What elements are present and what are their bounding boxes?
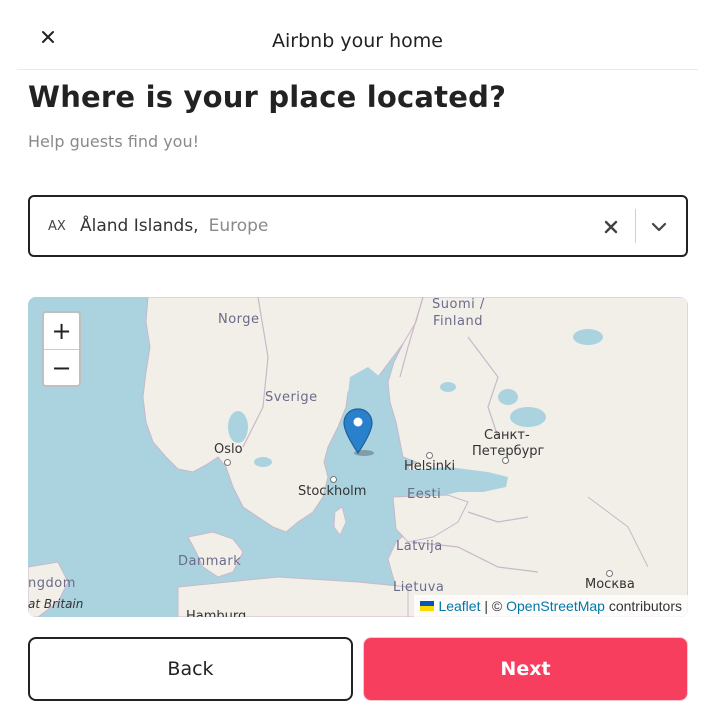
map-label-britain: at Britain — [28, 597, 84, 611]
clear-icon — [604, 220, 618, 234]
oslo-marker — [224, 459, 231, 466]
zoom-out-button[interactable]: − — [44, 349, 79, 385]
map-label-danmark: Danmark — [178, 554, 242, 569]
map-label-hamburg: Hamburg — [186, 609, 247, 617]
zoom-control: + − — [42, 311, 81, 387]
page-title: Where is your place located? — [28, 80, 507, 114]
map-attribution: Leaflet | © OpenStreetMap contributors — [414, 595, 688, 617]
map-label-moskva: Москва — [585, 577, 635, 592]
ukraine-flag-icon — [420, 601, 435, 611]
select-divider — [635, 209, 636, 243]
zoom-in-button[interactable]: + — [44, 313, 79, 349]
spb-marker — [502, 457, 509, 464]
map-label-spb-1: Санкт- — [484, 428, 530, 443]
osm-link[interactable]: OpenStreetMap — [506, 598, 605, 614]
back-button[interactable]: Back — [28, 637, 353, 701]
chevron-down-icon — [651, 222, 667, 232]
attribution-separator: | © — [480, 598, 507, 614]
leaflet-link[interactable]: Leaflet — [438, 598, 480, 614]
map-label-lietuva: Lietuva — [393, 580, 445, 595]
next-button[interactable]: Next — [363, 637, 688, 701]
moskva-marker — [606, 570, 613, 577]
map-tiles[interactable] — [28, 297, 688, 617]
map-label-eesti: Eesti — [407, 487, 442, 502]
map-label-suomi: Suomi / — [432, 297, 485, 312]
map-label-sverige: Sverige — [265, 390, 318, 405]
clear-selection-button[interactable] — [600, 216, 622, 238]
page-subtitle: Help guests find you! — [28, 132, 200, 151]
location-pin-icon[interactable] — [342, 407, 374, 457]
map-label-stockholm: Stockholm — [298, 484, 367, 499]
map-label-latvija: Latvija — [396, 539, 443, 554]
dropdown-toggle[interactable] — [648, 216, 670, 238]
header-title: Airbnb your home — [272, 30, 443, 52]
selected-region: Europe — [208, 216, 269, 236]
map-label-norge: Norge — [218, 312, 260, 327]
location-map[interactable]: Norge Sverige Suomi / Finland Oslo Stock… — [28, 297, 688, 617]
map-label-oslo: Oslo — [214, 442, 243, 457]
helsinki-marker — [426, 452, 433, 459]
modal-header: Airbnb your home — [17, 0, 698, 70]
stockholm-marker — [330, 476, 337, 483]
map-label-finland: Finland — [433, 314, 483, 329]
location-select[interactable]: AX Åland Islands, Europe — [28, 195, 688, 257]
attribution-contributors: contributors — [604, 598, 682, 614]
country-code: AX — [48, 218, 66, 234]
selected-country: Åland Islands, — [80, 216, 199, 236]
map-label-spb-2: Петербург — [472, 444, 545, 459]
map-label-kingdom: ngdom — [28, 576, 76, 591]
map-label-helsinki: Helsinki — [404, 459, 456, 474]
